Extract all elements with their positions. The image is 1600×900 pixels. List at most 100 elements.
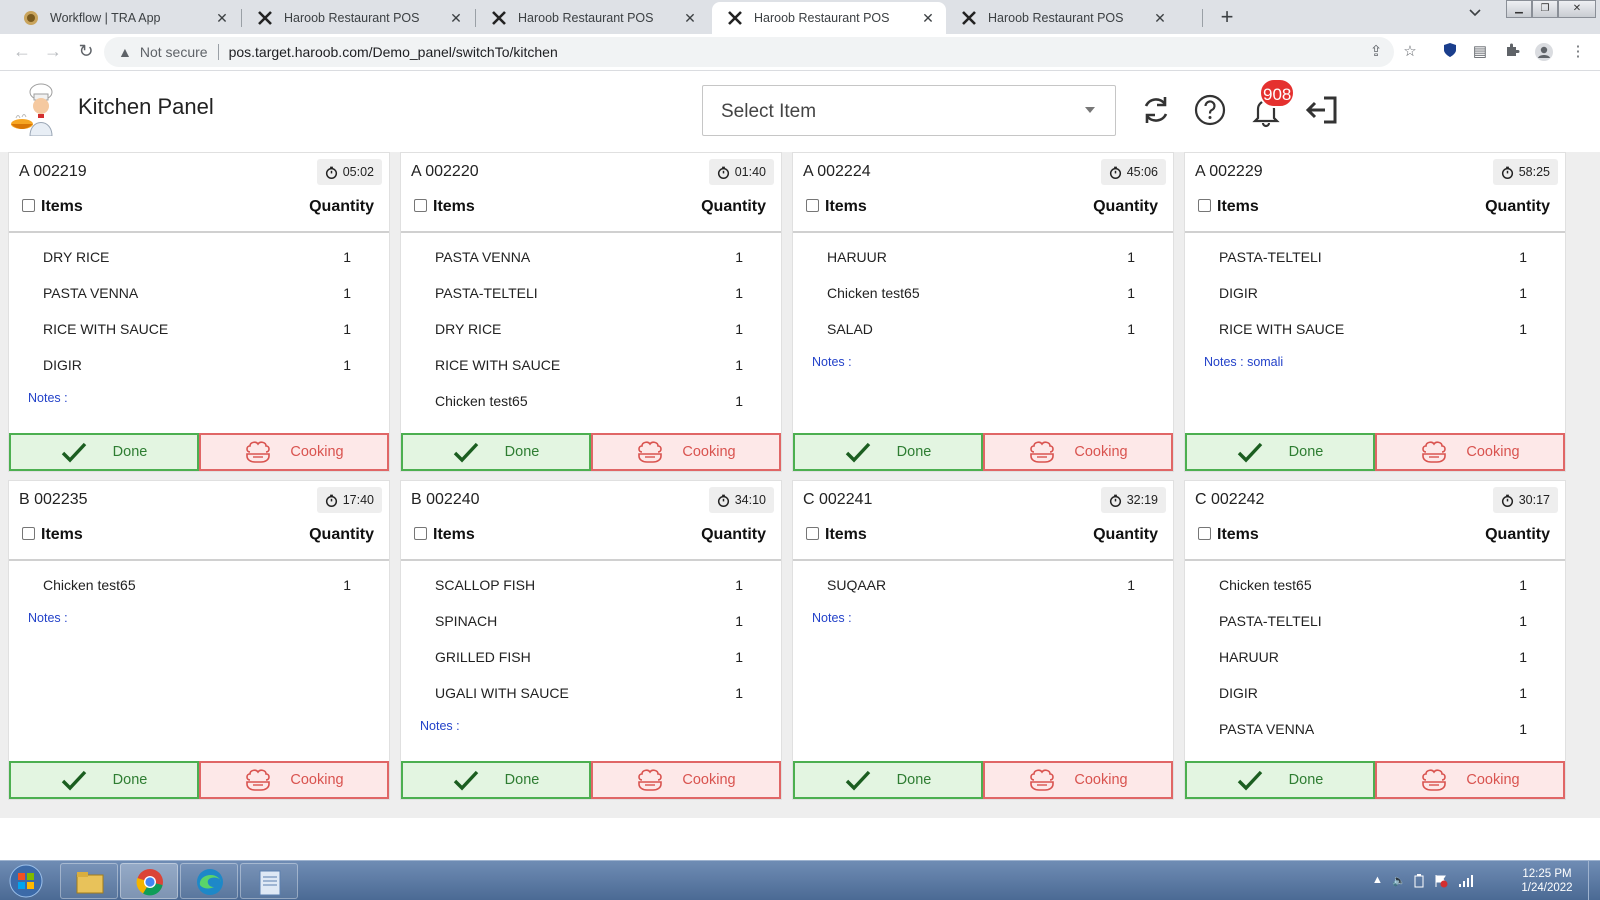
extension-shield-icon[interactable] [1440, 42, 1460, 62]
logout-icon[interactable] [1304, 92, 1340, 128]
reload-icon[interactable]: ↻ [74, 41, 98, 62]
volume-icon[interactable]: 🔈 [1392, 874, 1406, 887]
battery-icon[interactable] [1414, 874, 1424, 891]
restore-window-button[interactable]: ❐ [1532, 0, 1558, 18]
chrome-icon[interactable] [120, 863, 178, 899]
tab-close-icon[interactable]: ✕ [920, 10, 936, 27]
notepad-icon[interactable] [240, 863, 298, 899]
select-all-items-checkbox[interactable] [1198, 199, 1211, 212]
done-button[interactable]: Done [1185, 761, 1375, 799]
select-all-items-checkbox[interactable] [414, 199, 427, 212]
done-button[interactable]: Done [401, 433, 591, 471]
order-card-header: B 002235 17:40 Items Quantity [9, 481, 389, 561]
start-button[interactable] [6, 863, 46, 899]
extensions-puzzle-icon[interactable] [1502, 42, 1522, 62]
item-name: Chicken test65 [1219, 577, 1312, 593]
item-quantity: 1 [735, 249, 743, 265]
tray-arrow-icon[interactable]: ▲ [1372, 874, 1383, 886]
help-icon[interactable] [1192, 92, 1228, 128]
address-bar[interactable]: ▲ Not secure pos.target.haroob.com/Demo_… [104, 37, 1394, 67]
select-all-items-checkbox[interactable] [22, 527, 35, 540]
refresh-icon[interactable] [1138, 92, 1174, 128]
warning-triangle-icon[interactable]: ▲ [118, 44, 132, 60]
select-all-items-checkbox[interactable] [414, 527, 427, 540]
chef-hat-icon [244, 768, 272, 792]
forward-arrow-icon[interactable]: → [41, 41, 65, 62]
order-line-item: SALAD 1 [793, 307, 1173, 343]
select-all-items-checkbox[interactable] [22, 199, 35, 212]
tra-app-favicon-icon [22, 9, 40, 27]
bookmark-star-icon[interactable]: ☆ [1400, 42, 1420, 62]
browser-toolbar: ← → ↻ ▲ Not secure pos.target.haroob.com… [0, 34, 1600, 71]
browser-tab-strip: Workflow | TRA App ✕ Haroob Restaurant P… [0, 0, 1600, 34]
browser-tab-0[interactable]: Workflow | TRA App ✕ [8, 2, 240, 34]
order-line-item: PASTA-TELTELI 1 [1185, 599, 1565, 635]
minimize-window-button[interactable]: ▁ [1506, 0, 1532, 18]
browser-menu-icon[interactable]: ⋮ [1568, 42, 1588, 62]
order-card-header: A 002219 05:02 Items Quantity [9, 153, 389, 233]
done-button[interactable]: Done [793, 433, 983, 471]
done-button[interactable]: Done [1185, 433, 1375, 471]
order-items-list: Chicken test65 1 PASTA-TELTELI 1 HARUUR 1 DIGI… [1185, 563, 1565, 743]
browser-tab-3-active[interactable]: Haroob Restaurant POS ✕ [712, 2, 946, 34]
select-item-placeholder: Select Item [721, 101, 817, 122]
order-timer: 05:02 [316, 159, 382, 185]
done-button[interactable]: Done [793, 761, 983, 799]
cooking-button[interactable]: Cooking [199, 761, 389, 799]
cooking-button[interactable]: Cooking [199, 433, 389, 471]
order-card: A 002224 45:06 Items Quantity HARUUR 1 Chicken… [792, 152, 1174, 472]
order-timer: 17:40 [316, 487, 382, 513]
tab-close-icon[interactable]: ✕ [214, 10, 230, 27]
select-all-items-checkbox[interactable] [806, 527, 819, 540]
clipboard-extension-icon[interactable]: ▤ [1470, 42, 1490, 62]
browser-tab-4[interactable]: Haroob Restaurant POS ✕ [946, 2, 1178, 34]
order-id: C 002242 [1195, 491, 1265, 508]
item-quantity: 1 [735, 613, 743, 629]
order-id: A 002229 [1195, 163, 1263, 180]
item-quantity: 1 [343, 357, 351, 373]
item-quantity: 1 [735, 685, 743, 701]
cooking-button[interactable]: Cooking [591, 433, 781, 471]
edge-icon[interactable] [180, 863, 238, 899]
select-all-items-checkbox[interactable] [806, 199, 819, 212]
checkmark-icon [61, 441, 87, 463]
network-signal-icon[interactable] [1458, 874, 1474, 891]
tab-close-icon[interactable]: ✕ [1152, 10, 1168, 27]
chef-logo-icon [10, 80, 66, 137]
tab-close-icon[interactable]: ✕ [448, 10, 464, 27]
taskbar-clock[interactable]: 12:25 PM 1/24/2022 [1512, 867, 1582, 895]
item-name: GRILLED FISH [435, 649, 531, 665]
done-button[interactable]: Done [9, 761, 199, 799]
file-explorer-icon[interactable] [60, 863, 118, 899]
tab-close-icon[interactable]: ✕ [682, 10, 698, 27]
show-desktop-button[interactable] [1588, 861, 1600, 900]
items-column-header: Items [825, 198, 867, 215]
cooking-button[interactable]: Cooking [1375, 761, 1565, 799]
new-tab-button[interactable]: + [1213, 3, 1241, 31]
tab-search-chevron-icon[interactable] [1468, 6, 1482, 23]
order-timer: 45:06 [1100, 159, 1166, 185]
cooking-button[interactable]: Cooking [983, 433, 1173, 471]
select-all-items-checkbox[interactable] [1198, 527, 1211, 540]
item-quantity: 1 [1519, 321, 1527, 337]
item-name: PASTA-TELTELI [1219, 613, 1322, 629]
back-arrow-icon[interactable]: ← [10, 41, 34, 62]
action-center-flag-icon[interactable] [1434, 874, 1448, 891]
done-button[interactable]: Done [9, 433, 199, 471]
item-quantity: 1 [343, 321, 351, 337]
select-item-dropdown[interactable]: Select Item [702, 85, 1116, 136]
close-window-button[interactable]: ✕ [1558, 0, 1596, 18]
order-card: B 002235 17:40 Items Quantity Chicken test65… [8, 480, 390, 800]
cooking-button[interactable]: Cooking [1375, 433, 1565, 471]
profile-avatar-icon[interactable] [1534, 42, 1554, 62]
done-button[interactable]: Done [401, 761, 591, 799]
clock-date: 1/24/2022 [1521, 882, 1573, 894]
stopwatch-icon [1109, 494, 1122, 507]
url-text[interactable]: pos.target.haroob.com/Demo_panel/switchT… [229, 44, 558, 60]
cooking-button[interactable]: Cooking [983, 761, 1173, 799]
browser-tab-1[interactable]: Haroob Restaurant POS ✕ [242, 2, 474, 34]
cooking-button[interactable]: Cooking [591, 761, 781, 799]
share-icon[interactable]: ⇪ [1366, 42, 1386, 62]
browser-tab-2[interactable]: Haroob Restaurant POS ✕ [476, 2, 708, 34]
quantity-column-header: Quantity [1485, 198, 1550, 215]
